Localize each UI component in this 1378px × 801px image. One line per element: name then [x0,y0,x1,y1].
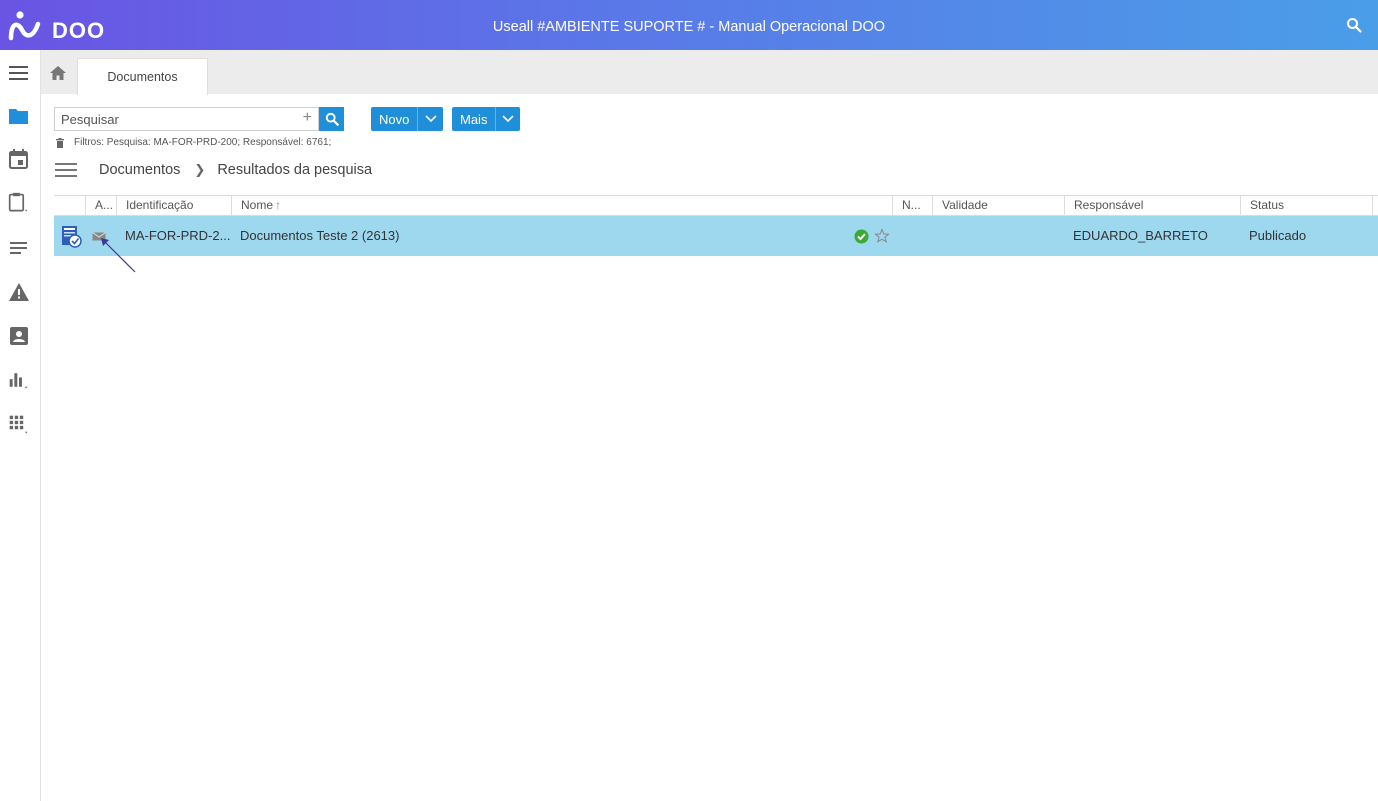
cell-name: Documentos Teste 2 (2613) [240,228,400,243]
breadcrumb-root[interactable]: Documentos [99,162,180,178]
new-button-label: Novo [379,111,410,127]
folder-icon[interactable] [8,105,30,127]
search-field[interactable]: + [54,107,319,131]
chevron-down-icon[interactable] [496,107,520,131]
text-lines-icon[interactable] [8,237,30,259]
column-header-validity[interactable]: Validade [932,196,1064,216]
contact-icon[interactable] [8,325,30,347]
new-button[interactable]: Novo [371,107,443,131]
bar-chart-icon[interactable] [8,369,30,391]
search-button[interactable] [319,107,344,131]
annotation-arrow-icon [101,238,136,273]
breadcrumb-current: Resultados da pesquisa [217,162,373,178]
sort-ascending-icon: ↑ [275,198,282,212]
filters-text: Filtros: Pesquisa: MA-FOR-PRD-200; Respo… [74,137,332,148]
tab-label: Documentos [107,70,178,84]
column-header-n[interactable]: N... [892,196,932,216]
column-header-responsible[interactable]: Responsável [1064,196,1240,216]
search-icon [325,112,339,126]
check-circle-icon [854,229,869,244]
cell-status: Publicado [1249,228,1307,243]
warning-icon[interactable] [8,281,30,303]
column-header-name-label: Nome [241,198,274,212]
home-icon[interactable] [49,64,67,82]
column-header-status[interactable]: Status [1240,196,1373,216]
chevron-down-icon[interactable] [418,107,443,131]
clipboard-icon[interactable] [8,192,30,214]
breadcrumb: Documentos ❯ Resultados da pesquisa [99,162,372,178]
chevron-right-icon: ❯ [194,162,206,177]
column-header-id[interactable]: Identificação [116,196,231,216]
cell-validity [932,216,941,256]
menu-icon[interactable] [8,62,30,84]
tab-strip: Documentos [41,50,1378,95]
column-header-attachment[interactable]: A... [85,196,116,216]
column-header-type [54,196,85,216]
search-input[interactable] [55,108,295,130]
add-filter-icon[interactable]: + [303,109,312,127]
trash-icon[interactable] [55,137,65,148]
calendar-icon[interactable] [8,148,30,170]
search-icon[interactable] [1346,17,1362,33]
window-title: Useall #AMBIENTE SUPORTE # - Manual Oper… [492,19,886,35]
column-header-name[interactable]: Nome ↑ [231,196,892,216]
more-button-label: Mais [460,111,488,127]
left-sidebar [0,50,41,801]
word-document-icon [62,226,82,248]
table-header: A... Identificação Nome ↑ N... Validade R… [54,195,1378,216]
cell-responsible: EDUARDO_BARRETO [1073,228,1208,243]
table-row[interactable]: MA-FOR-PRD-2... Documentos Teste 2 (2613… [54,216,1378,256]
tab-documentos[interactable]: Documentos [77,58,208,95]
top-header-bar: DOO Useall #AMBIENTE SUPORTE # - Manual … [0,0,1378,50]
more-button[interactable]: Mais [452,107,520,131]
grid-apps-icon[interactable] [8,414,30,436]
active-filters: Filtros: Pesquisa: MA-FOR-PRD-200; Respo… [55,137,331,148]
star-icon[interactable] [874,228,890,244]
menu-icon[interactable] [55,162,77,178]
